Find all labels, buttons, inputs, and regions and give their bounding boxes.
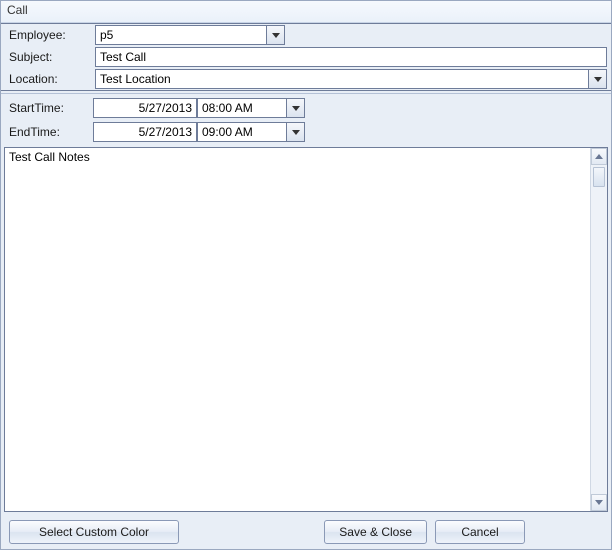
end-date-input[interactable] — [93, 122, 197, 142]
chevron-down-icon — [292, 130, 300, 135]
scroll-down-button[interactable] — [591, 494, 607, 511]
end-time-dropdown-button[interactable] — [287, 122, 305, 142]
button-bar: Select Custom Color Save & Close Cancel — [1, 515, 611, 549]
scroll-thumb[interactable] — [593, 167, 605, 187]
end-time-combo[interactable] — [197, 122, 305, 142]
subject-row: Subject: — [1, 46, 611, 68]
location-input[interactable] — [95, 69, 589, 89]
subject-label: Subject: — [5, 50, 93, 64]
employee-row: Employee: — [1, 24, 611, 46]
start-time-dropdown-button[interactable] — [287, 98, 305, 118]
notes-area — [4, 147, 608, 512]
form-header: Employee: Subject: Location: — [1, 23, 611, 91]
start-date-input[interactable] — [93, 98, 197, 118]
chevron-down-icon — [272, 33, 280, 38]
divider — [1, 93, 611, 94]
start-time-combo[interactable] — [197, 98, 305, 118]
save-close-button[interactable]: Save & Close — [324, 520, 427, 544]
employee-dropdown-button[interactable] — [267, 25, 285, 45]
chevron-up-icon — [595, 154, 603, 159]
chevron-down-icon — [594, 77, 602, 82]
start-time-input[interactable] — [197, 98, 287, 118]
call-dialog: Call Employee: Subject: Location: — [0, 0, 612, 550]
start-time-label: StartTime: — [5, 101, 93, 115]
notes-textarea[interactable] — [5, 148, 590, 511]
notes-scrollbar[interactable] — [590, 148, 607, 511]
scroll-up-button[interactable] — [591, 148, 607, 165]
select-custom-color-button[interactable]: Select Custom Color — [9, 520, 179, 544]
employee-input[interactable] — [95, 25, 267, 45]
employee-label: Employee: — [5, 28, 93, 42]
chevron-down-icon — [595, 500, 603, 505]
location-row: Location: — [1, 68, 611, 90]
chevron-down-icon — [292, 106, 300, 111]
window-title: Call — [1, 1, 611, 23]
end-time-input[interactable] — [197, 122, 287, 142]
subject-input[interactable] — [95, 47, 607, 67]
location-label: Location: — [5, 72, 93, 86]
start-time-row: StartTime: — [1, 96, 611, 120]
cancel-button[interactable]: Cancel — [435, 520, 525, 544]
end-time-label: EndTime: — [5, 125, 93, 139]
employee-combo[interactable] — [95, 25, 285, 45]
end-time-row: EndTime: — [1, 120, 611, 144]
location-combo[interactable] — [95, 69, 607, 89]
location-dropdown-button[interactable] — [589, 69, 607, 89]
